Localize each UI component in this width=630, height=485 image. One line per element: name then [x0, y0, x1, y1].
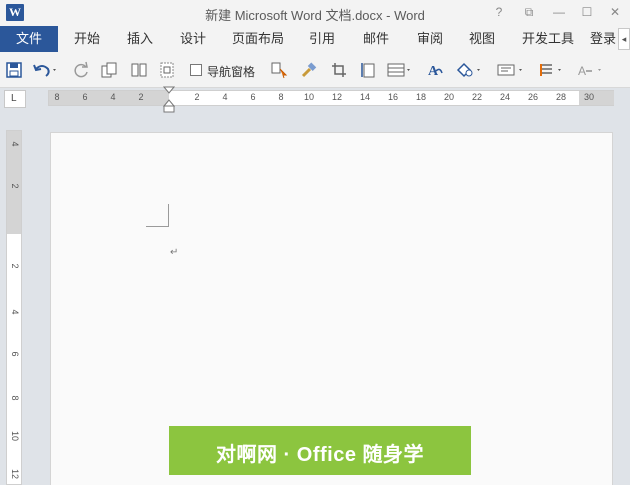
tab-selector[interactable]: L — [4, 90, 26, 108]
crop-icon[interactable] — [330, 61, 348, 79]
paragraph-mark: ↵ — [170, 247, 179, 258]
font-color-dropdown-icon[interactable]: A — [576, 61, 606, 79]
save-icon[interactable] — [5, 61, 23, 79]
maximize-button[interactable]: ☐ — [576, 3, 598, 21]
text-boundary-corner-mark — [146, 226, 169, 227]
tab-mailings[interactable]: 邮件 — [352, 26, 400, 52]
ruler-tick: 8 — [10, 395, 20, 401]
watermark-text: 对啊网 · Office 随身学 — [215, 444, 424, 466]
ruler-tick: 2 — [10, 183, 20, 189]
ribbon-display-button[interactable]: ⧉ — [518, 3, 540, 21]
ruler-tick: 2 — [10, 263, 20, 269]
tab-selector-glyph: L — [11, 93, 17, 104]
tab-file[interactable]: 文件 — [0, 26, 58, 52]
ruler-tick: 8 — [54, 92, 60, 102]
sign-in-link[interactable]: 登录 — [590, 26, 620, 52]
ruler-tick: 12 — [331, 92, 342, 102]
ruler-tick: 10 — [303, 92, 314, 102]
ruler-tick: 10 — [10, 430, 20, 441]
ruler-tick: 8 — [278, 92, 284, 102]
svg-text:A: A — [578, 64, 586, 78]
tab-review[interactable]: 审阅 — [406, 26, 454, 52]
close-button[interactable]: ✕ — [604, 3, 626, 21]
ruler-tick: 2 — [194, 92, 200, 102]
select-text-icon[interactable] — [270, 61, 288, 79]
textbox-dropdown-icon[interactable] — [496, 61, 526, 79]
watermark-banner: 对啊网 · Office 随身学 — [169, 426, 471, 475]
shapes-dropdown-icon[interactable] — [454, 61, 484, 79]
text-style-icon[interactable]: A — [426, 61, 444, 79]
tab-view[interactable]: 视图 — [458, 26, 506, 52]
ruler-tick: 14 — [359, 92, 370, 102]
ribbon-tabs: 文件 开始 插入 设计 页面布局 引用 邮件 审阅 视图 开发工具 登录 ◂ — [0, 26, 630, 52]
tab-design[interactable]: 设计 — [168, 26, 218, 52]
margins-dropdown-icon[interactable] — [386, 61, 414, 79]
tab-developer[interactable]: 开发工具 — [512, 26, 584, 52]
ruler-tick: 16 — [387, 92, 398, 102]
ruler-tick: 6 — [250, 92, 256, 102]
tab-references[interactable]: 引用 — [298, 26, 346, 52]
tab-page-layout[interactable]: 页面布局 — [226, 26, 290, 52]
copy-format-icon[interactable] — [100, 61, 118, 79]
line-spacing-dropdown-icon[interactable] — [538, 61, 566, 79]
vertical-ruler[interactable]: 4 2 2 4 6 8 10 12 — [6, 130, 22, 485]
help-button[interactable]: ? — [488, 3, 510, 21]
ruler-tick: 6 — [82, 92, 88, 102]
text-boundary-corner-mark — [168, 204, 169, 226]
format-painter-icon[interactable] — [300, 61, 318, 79]
title-bar: W 新建 Microsoft Word 文档.docx - Word ? ⧉ —… — [0, 0, 630, 26]
horizontal-ruler[interactable]: 8 6 4 2 2 4 6 8 10 12 14 16 18 20 22 24 … — [48, 90, 614, 106]
page-setup-icon[interactable] — [158, 61, 176, 79]
ruler-tick: 22 — [471, 92, 482, 102]
ruler-tick: 4 — [222, 92, 228, 102]
ruler-tick: 24 — [499, 92, 510, 102]
minimize-button[interactable]: — — [548, 3, 570, 21]
ruler-tick: 2 — [138, 92, 144, 102]
navigation-pane-checkbox[interactable] — [190, 64, 202, 76]
ruler-tick: 28 — [555, 92, 566, 102]
tab-scroll-arrow[interactable]: ◂ — [618, 28, 630, 50]
page-size-icon[interactable] — [360, 61, 378, 79]
navigation-pane-label: 导航窗格 — [207, 65, 256, 79]
undo-icon[interactable] — [32, 61, 60, 79]
redo-icon[interactable] — [72, 61, 90, 79]
ruler-tick: 20 — [443, 92, 454, 102]
ruler-tick: 18 — [415, 92, 426, 102]
tab-home[interactable]: 开始 — [62, 26, 112, 52]
ruler-tick: 12 — [10, 468, 20, 479]
ruler-tick: 6 — [10, 351, 20, 357]
svg-text:A: A — [428, 64, 439, 79]
quick-access-toolbar: 导航窗格 A A — [0, 52, 630, 88]
two-page-icon[interactable] — [130, 61, 148, 79]
ruler-tick: 26 — [527, 92, 538, 102]
ruler-tick: 4 — [10, 141, 20, 147]
ruler-tick: 4 — [110, 92, 116, 102]
ruler-tick: 4 — [10, 309, 20, 315]
tab-insert[interactable]: 插入 — [114, 26, 166, 52]
ruler-tick: 30 — [583, 92, 594, 102]
indent-marker-handle[interactable] — [163, 86, 175, 114]
